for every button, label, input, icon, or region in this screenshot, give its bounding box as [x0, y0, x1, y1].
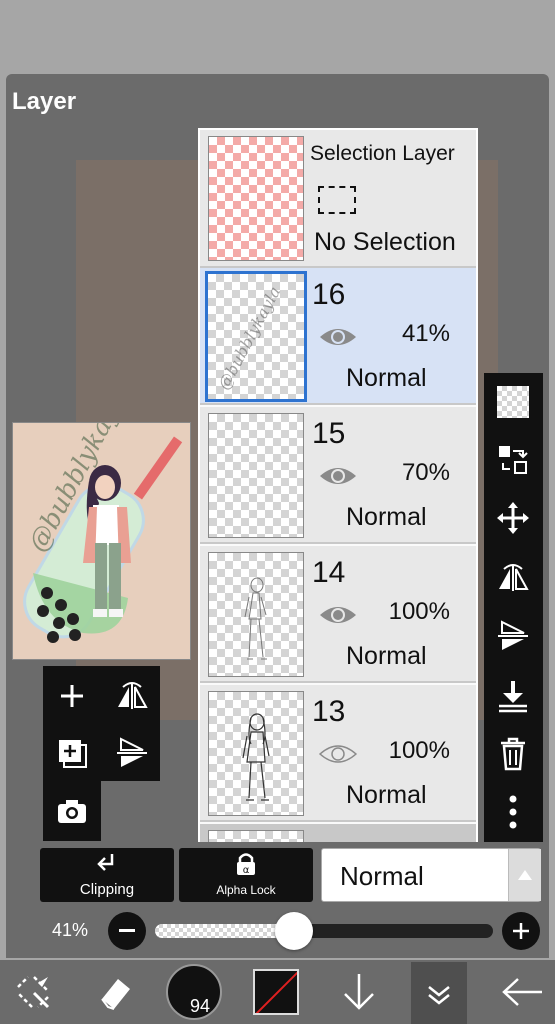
sketch-figure [244, 577, 267, 660]
camera-icon [58, 800, 86, 823]
flip-vertical-button[interactable] [110, 733, 154, 773]
move-button[interactable] [489, 496, 537, 540]
move-icon [497, 502, 529, 534]
eraser-button[interactable] [90, 966, 140, 1018]
layer-opacity: 41% [401, 320, 450, 347]
layer-watermark: @bubblykayla [214, 283, 285, 393]
blend-mode-dropdown[interactable] [508, 849, 541, 901]
brush-size-button[interactable]: 94 [166, 964, 222, 1020]
eye-icon[interactable] [318, 604, 358, 626]
layer-number: 16 [312, 278, 346, 311]
minus-icon [119, 929, 135, 932]
opacity-slider-knob[interactable] [274, 912, 313, 950]
layer-thumbnail [208, 691, 304, 816]
opacity-increase-button[interactable] [502, 912, 540, 950]
flip-vertical-icon [498, 620, 528, 650]
merge-down-button[interactable] [489, 674, 537, 718]
clipping-label: Clipping [79, 881, 135, 898]
flip-vertical-icon [117, 737, 147, 767]
flip-horizontal-icon [118, 682, 148, 709]
layer-blend-mode: Normal [346, 781, 427, 809]
duplicate-layer-button[interactable] [52, 733, 92, 773]
blend-mode-select[interactable]: Normal [321, 848, 541, 902]
layer-blend-mode: Normal [346, 642, 427, 670]
apply-down-button[interactable] [334, 966, 384, 1018]
layers-menu-button[interactable] [411, 962, 467, 1024]
alpha-lock-label: Alpha Lock [216, 883, 276, 897]
transparent-fill-button[interactable] [489, 380, 537, 424]
flip-horizontal-button[interactable] [110, 676, 154, 716]
add-layer-button[interactable] [52, 676, 92, 716]
layer-row[interactable]: 15 70% Normal [200, 407, 476, 544]
plus-icon [513, 923, 529, 939]
selection-marquee-icon [318, 186, 356, 214]
layer-thumbnail [208, 830, 304, 842]
swap-icon [499, 446, 528, 474]
canvas-preview[interactable]: @bubblykayla [12, 422, 191, 660]
top-area [0, 0, 555, 72]
arrow-down-icon [344, 974, 374, 1010]
opacity-slider-track[interactable] [155, 924, 493, 938]
trash-icon [501, 737, 525, 771]
layer-thumbnail [208, 413, 304, 538]
delete-layer-button[interactable] [489, 732, 537, 776]
clipping-button[interactable]: Clipping [40, 848, 174, 902]
chevron-double-down-icon [428, 986, 450, 1005]
layer-opacity: 70% [401, 459, 450, 486]
camera-button[interactable] [52, 791, 92, 831]
chevron-up-icon [518, 870, 532, 880]
svg-text:α: α [243, 865, 250, 876]
plus-icon [61, 685, 83, 707]
layer-blend-mode: Normal [346, 364, 427, 392]
layer-thumbnail [208, 552, 304, 677]
back-button[interactable] [494, 966, 550, 1018]
layer-row[interactable]: 13 100% Normal [200, 685, 476, 822]
layer-row[interactable]: @bubblykayla 16 41% Normal [200, 268, 476, 405]
selection-layer-thumbnail [208, 136, 304, 261]
blend-mode-value: Normal [340, 861, 424, 891]
flip-vertical-right-button[interactable] [489, 614, 537, 658]
no-color-slash-icon [255, 971, 297, 1013]
flip-horizontal-right-button[interactable] [489, 556, 537, 600]
panel-title: Layer [12, 88, 77, 115]
more-options-button[interactable] [489, 790, 537, 834]
selection-tool-button[interactable] [8, 966, 58, 1018]
arrow-left-icon [502, 978, 542, 1006]
transform-select-icon [17, 976, 50, 1009]
layer-opacity: 100% [388, 598, 450, 625]
checker-icon [497, 386, 529, 418]
layer-number: 15 [312, 417, 346, 450]
opacity-decrease-button[interactable] [108, 912, 146, 950]
eye-icon[interactable] [318, 326, 358, 348]
opacity-slider-fill [155, 924, 294, 938]
more-vertical-icon [509, 795, 517, 829]
clipping-icon [97, 854, 114, 871]
eye-icon[interactable] [318, 465, 358, 487]
lineart-figure [242, 713, 270, 801]
alpha-lock-button[interactable]: α Alpha Lock [179, 848, 313, 902]
duplicate-icon [59, 740, 87, 768]
layer-transfer-button[interactable] [489, 438, 537, 482]
merge-down-icon [499, 681, 527, 713]
layer-row-partial[interactable] [200, 824, 476, 842]
layer-thumbnail: @bubblykayla [205, 271, 307, 402]
selection-status: No Selection [314, 228, 456, 256]
layer-number: 14 [312, 556, 346, 589]
brush-size-value: 94 [190, 996, 211, 1016]
selection-layer-title: Selection Layer [310, 142, 455, 165]
layer-blend-mode: Normal [346, 503, 427, 531]
color-swatch-button[interactable] [253, 969, 299, 1015]
opacity-slider-label: 41% [52, 920, 89, 940]
lock-icon: α [237, 853, 255, 876]
flip-horizontal-icon [499, 564, 529, 591]
selection-layer-row[interactable]: Selection Layer No Selection [200, 130, 476, 268]
layer-row[interactable]: 14 100% Normal [200, 546, 476, 683]
eraser-icon [101, 979, 130, 1010]
eye-hidden-icon[interactable] [318, 743, 358, 765]
layer-number: 13 [312, 695, 346, 728]
layer-opacity: 100% [388, 737, 450, 764]
